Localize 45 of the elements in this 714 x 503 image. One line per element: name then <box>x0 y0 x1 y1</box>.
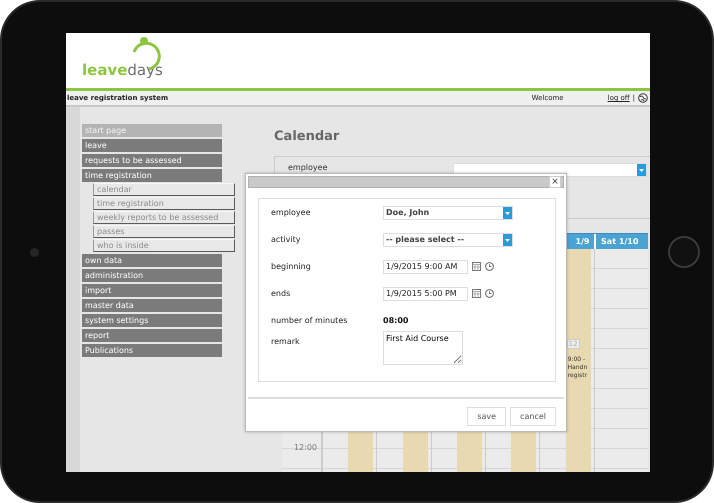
sidebar-item[interactable]: system settings <box>82 314 222 327</box>
day-header: 1/9 <box>575 237 590 246</box>
sidebar-subitem[interactable]: who is inside <box>93 239 235 252</box>
caret-icon <box>637 164 646 176</box>
sidebar-item[interactable]: leave <box>82 139 222 152</box>
select-field[interactable]: -- please select -- <box>383 232 513 246</box>
sidebar-item[interactable]: administration <box>82 269 222 282</box>
clock-icon[interactable] <box>485 262 494 271</box>
sidebar-item[interactable]: time registration <box>82 169 222 182</box>
date-field[interactable]: 1/9/2015 5:00 PM <box>383 286 468 300</box>
globe-icon[interactable] <box>638 93 648 103</box>
save-button[interactable]: save <box>467 407 506 426</box>
logo: leavedays <box>82 34 167 78</box>
caret-icon <box>503 234 512 246</box>
field-label: employee <box>271 208 312 217</box>
camera-icon <box>30 248 39 257</box>
field-label: beginning <box>271 262 312 271</box>
sidebar-subitem[interactable]: calendar <box>93 183 235 196</box>
cancel-button[interactable]: cancel <box>510 407 556 426</box>
field-label: employee <box>288 163 328 172</box>
field-label: number of minutes <box>271 316 348 325</box>
caret-icon <box>503 206 512 218</box>
remark-field[interactable]: First Aid Course <box>383 331 463 365</box>
calendar-icon[interactable] <box>472 289 481 298</box>
sidebar-item[interactable]: master data <box>82 299 222 312</box>
field-label: activity <box>271 235 302 244</box>
field-label: remark <box>271 337 301 346</box>
sidebar-item[interactable]: Publications <box>82 344 222 357</box>
sidebar-item[interactable]: report <box>82 329 222 342</box>
sidebar-subitem[interactable]: weekly reports to be assessed <box>93 211 235 224</box>
day-header: Sat 1/10 <box>601 237 638 246</box>
close-button[interactable]: × <box>549 176 561 188</box>
calendar-icon[interactable] <box>472 262 481 271</box>
sidebar-subitem[interactable]: time registration <box>93 197 235 210</box>
field-label: ends <box>271 289 292 298</box>
clock-icon[interactable] <box>485 289 494 298</box>
date-field[interactable]: 1/9/2015 9:00 AM <box>383 260 468 274</box>
page-title: Calendar <box>274 129 340 145</box>
field-value: 08:00 <box>383 316 408 325</box>
sidebar-item[interactable]: import <box>82 284 222 297</box>
time-label: 12:00 <box>294 443 317 452</box>
sidebar-item[interactable]: own data <box>82 254 222 267</box>
sidebar-item[interactable]: requests to be assessed <box>82 154 222 167</box>
select-field[interactable]: Doe, John <box>383 206 513 220</box>
sidebar-subitem[interactable]: passes <box>93 225 235 238</box>
